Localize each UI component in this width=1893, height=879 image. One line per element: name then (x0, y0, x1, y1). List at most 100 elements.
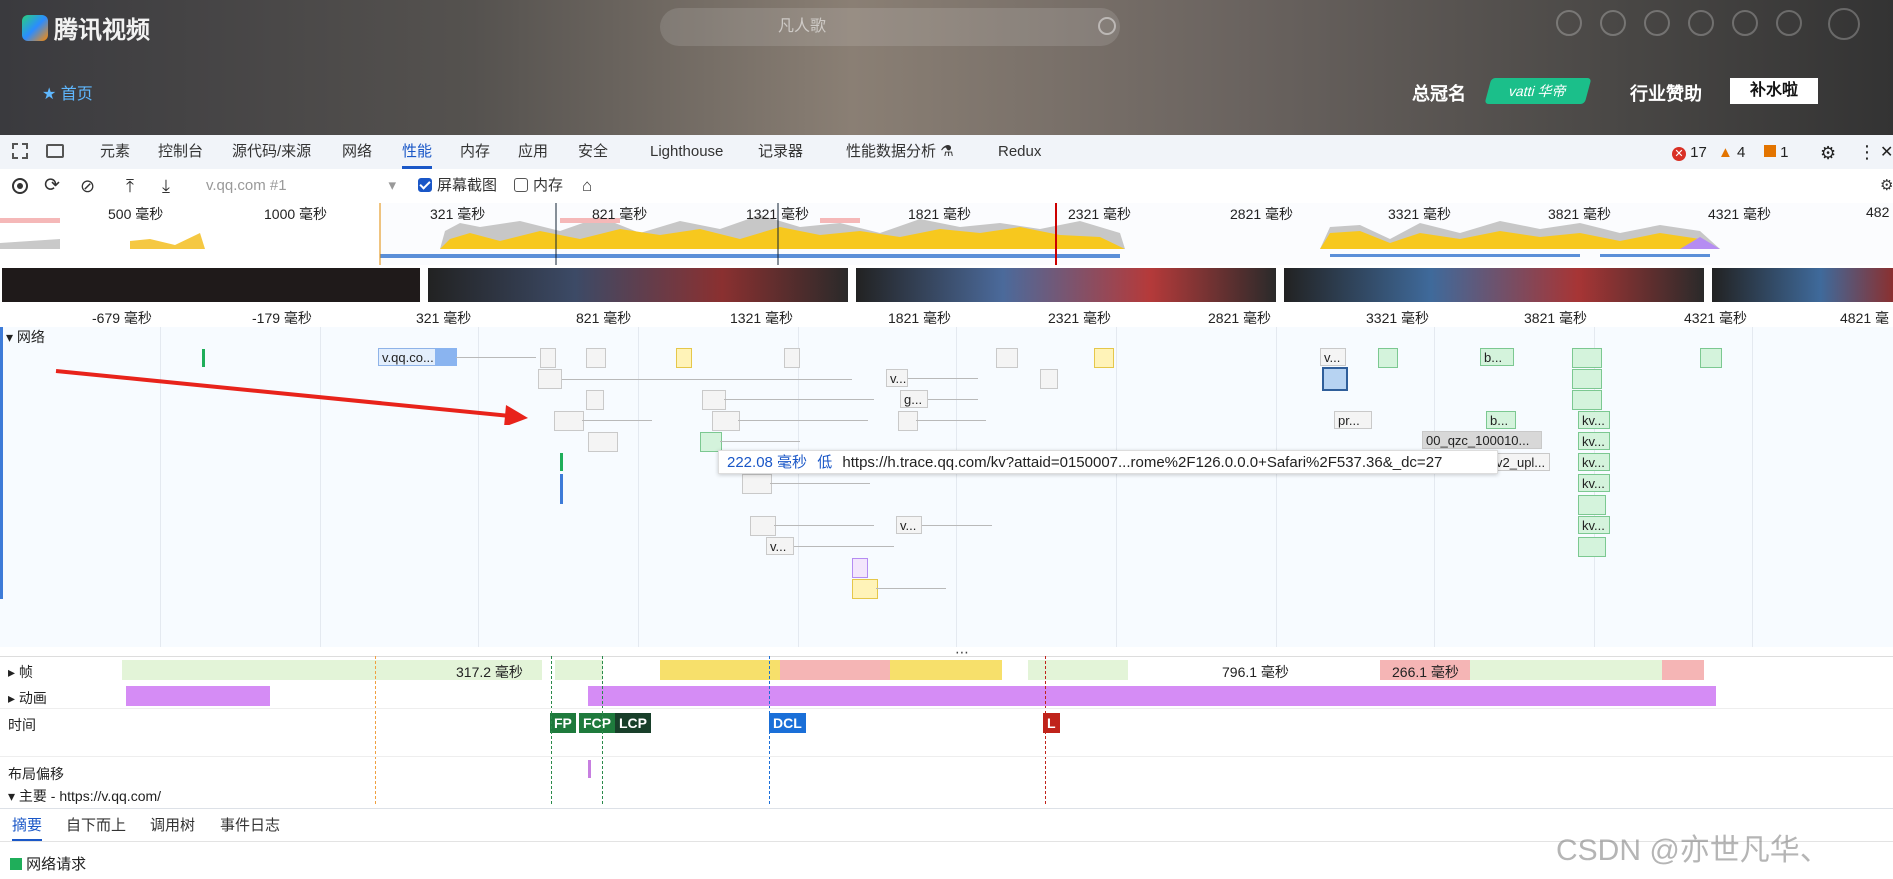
timeline-overview[interactable]: 500 毫秒 1000 毫秒 321 毫秒 821 毫秒 1321 毫秒 182… (0, 203, 1893, 266)
inspect-element-icon[interactable] (12, 143, 28, 159)
tab-summary[interactable]: 摘要 (12, 813, 43, 841)
site-logo[interactable]: 腾讯视频 (22, 10, 150, 45)
tab-sources[interactable]: 源代码/来源 (232, 135, 311, 169)
timing-marker-dcl[interactable]: DCL (769, 713, 806, 733)
network-request-bar[interactable] (540, 348, 556, 368)
warning-count[interactable]: ▲ 4 (1718, 144, 1745, 161)
network-request-bar[interactable] (996, 348, 1018, 368)
network-request-bar[interactable] (1578, 537, 1606, 557)
network-request-bar[interactable]: b... (1480, 348, 1514, 366)
network-request-bar[interactable] (852, 579, 878, 599)
timing-marker-lcp[interactable]: LCP (615, 713, 651, 733)
network-request-bar[interactable] (1572, 369, 1602, 389)
tab-network[interactable]: 网络 (342, 135, 372, 169)
network-request-bar[interactable] (1040, 369, 1058, 389)
tab-bottom-up[interactable]: 自下而上 (66, 813, 126, 839)
timing-marker-fcp[interactable]: FCP (579, 713, 615, 733)
network-request-bar[interactable]: kv... (1578, 516, 1610, 534)
tab-security[interactable]: 安全 (578, 135, 608, 169)
screenshots-checkbox[interactable]: 屏幕截图 (418, 169, 497, 203)
screenshot-thumb[interactable] (856, 268, 1276, 302)
sponsor-vatti-logo[interactable]: vatti 华帝 (1484, 78, 1592, 104)
network-request-bar[interactable] (588, 432, 618, 452)
network-request-bar[interactable]: v... (886, 369, 908, 387)
clear-icon[interactable]: ⊘ (80, 169, 95, 203)
tab-call-tree[interactable]: 调用树 (150, 813, 195, 839)
network-request-bar[interactable] (1572, 390, 1602, 410)
network-request-bar[interactable]: v... (896, 516, 922, 534)
tab-performance-insights[interactable]: 性能数据分析 ⚗ (846, 135, 954, 169)
create-icon[interactable] (1732, 10, 1758, 36)
network-request-bar[interactable] (1700, 348, 1722, 368)
network-request-selected[interactable] (1322, 367, 1348, 391)
main-thread-header[interactable]: ▾ 主要 - https://v.qq.com/ (8, 786, 161, 806)
settings-partial-icon[interactable]: ⚙ (1880, 169, 1893, 203)
screenshot-thumb[interactable] (2, 268, 420, 302)
search-icon[interactable] (1098, 17, 1116, 35)
layout-shift-mark[interactable] (588, 760, 591, 778)
timing-marker-fp[interactable]: FP (550, 713, 576, 733)
network-request-bar[interactable]: kv... (1578, 432, 1610, 450)
sponsor-shui-logo[interactable]: 补水啦 (1730, 78, 1818, 104)
network-request-bar[interactable] (676, 348, 692, 368)
screenshot-thumb[interactable] (428, 268, 848, 302)
tab-performance[interactable]: 性能 (402, 135, 433, 169)
network-track-header[interactable]: ▾ 网络 (6, 327, 45, 347)
network-request-bar[interactable]: pr... (1334, 411, 1372, 429)
screenshot-filmstrip[interactable] (0, 265, 1893, 305)
tab-event-log[interactable]: 事件日志 (220, 813, 280, 839)
network-request-bar[interactable] (586, 348, 606, 368)
network-request-bar[interactable] (1578, 495, 1606, 515)
network-request-bar[interactable]: 00_qzc_100010... (1422, 431, 1542, 449)
client-icon[interactable] (1776, 10, 1802, 36)
tab-recorder[interactable]: 记录器 (758, 135, 803, 169)
network-request-bar[interactable]: v... (1320, 348, 1346, 366)
network-request-bar[interactable]: v... (766, 537, 794, 555)
screenshot-thumb[interactable] (1712, 268, 1893, 302)
more-options-icon[interactable]: ⋮ (1858, 142, 1876, 163)
network-request-bar[interactable] (702, 390, 726, 410)
issue-count[interactable]: 1 (1764, 144, 1789, 161)
network-request-bar[interactable]: v2_upl... (1492, 453, 1550, 471)
tab-application[interactable]: 应用 (518, 135, 548, 169)
animation-bar[interactable] (126, 686, 270, 706)
error-count[interactable]: ✕ 17 (1672, 144, 1707, 161)
animation-track-header[interactable]: ▸ 动画 (8, 688, 47, 708)
tab-redux[interactable]: Redux (998, 135, 1041, 169)
memory-checkbox[interactable]: 内存 (514, 169, 563, 203)
bolt-icon[interactable] (1644, 10, 1670, 36)
garbage-collect-icon[interactable]: ⌂ (582, 169, 592, 203)
network-request-bar[interactable]: g... (900, 390, 928, 408)
animation-bar[interactable] (588, 686, 1716, 706)
network-request-bar[interactable]: kv... (1578, 474, 1610, 492)
tab-elements[interactable]: 元素 (100, 135, 130, 169)
network-request-bar[interactable] (712, 411, 740, 431)
network-request-bar[interactable] (538, 369, 562, 389)
avatar[interactable] (1828, 8, 1860, 40)
network-request-bar[interactable] (750, 516, 776, 536)
network-request-bar[interactable] (700, 432, 722, 452)
close-icon[interactable]: ✕ (1880, 142, 1893, 162)
network-request-bar[interactable] (898, 411, 918, 431)
network-request-bar[interactable] (784, 348, 800, 368)
network-request-bar[interactable]: b... (1486, 411, 1516, 429)
game-icon[interactable] (1600, 10, 1626, 36)
settings-gear-icon[interactable]: ⚙ (1820, 143, 1836, 164)
site-search-input[interactable]: 凡人歌 (660, 8, 1120, 46)
device-toggle-icon[interactable] (46, 144, 64, 158)
network-request-bar[interactable] (852, 558, 868, 578)
history-icon[interactable] (1688, 10, 1714, 36)
network-request-bar[interactable]: kv... (1578, 411, 1610, 429)
download-icon[interactable]: ⤓ (162, 169, 170, 203)
nav-home[interactable]: ★ 首页 (42, 80, 93, 104)
network-request-bar[interactable] (554, 411, 584, 431)
tab-lighthouse[interactable]: Lighthouse (650, 135, 723, 169)
network-request-bar[interactable] (1094, 348, 1114, 368)
tab-console[interactable]: 控制台 (158, 135, 203, 169)
tab-memory[interactable]: 内存 (460, 135, 490, 169)
network-request-bar[interactable] (586, 390, 604, 410)
network-request-bar[interactable]: kv... (1578, 453, 1610, 471)
network-request-bar[interactable] (742, 474, 772, 494)
upload-icon[interactable]: ⤒ (126, 169, 134, 203)
network-request-bar[interactable] (1572, 348, 1602, 368)
